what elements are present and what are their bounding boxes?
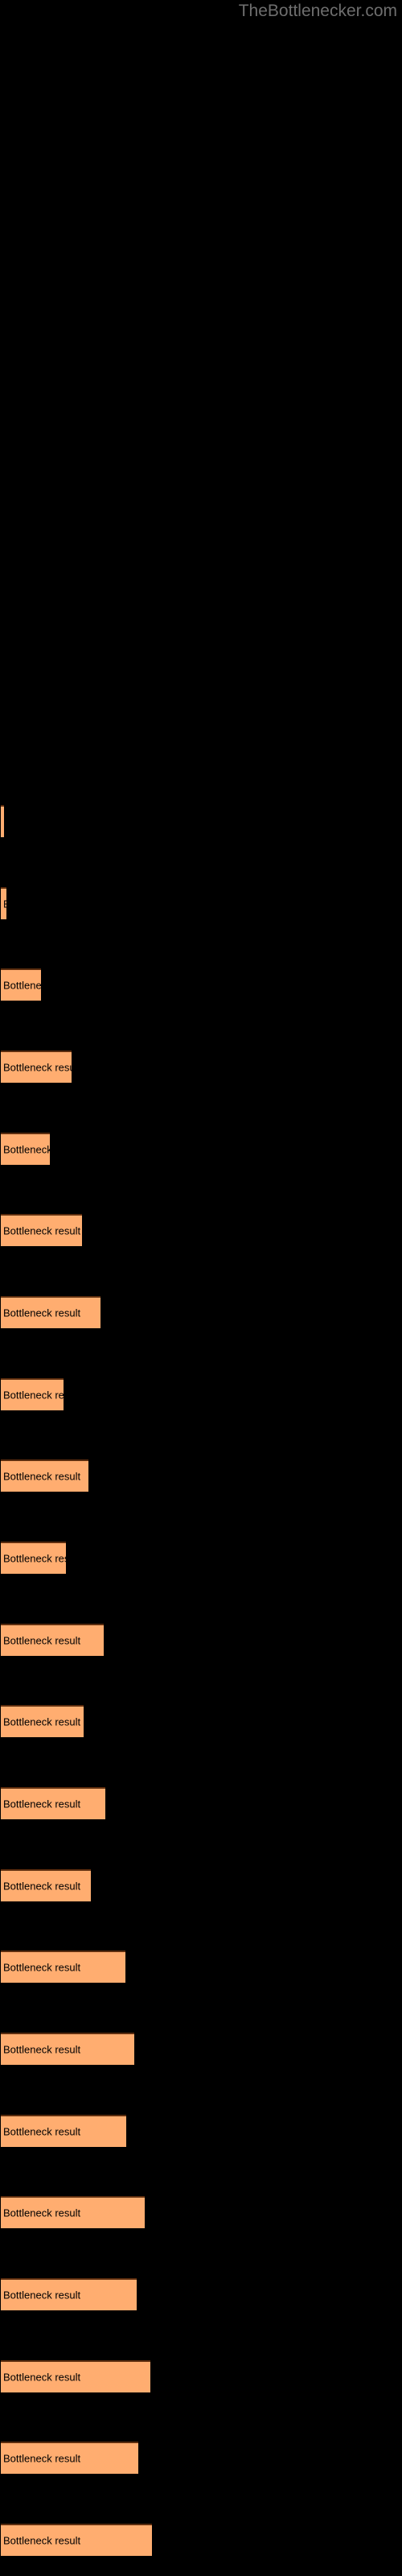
bar-label: Bottleneck result (3, 2125, 81, 2138)
bar-label: Bottleneck result (3, 1961, 81, 1974)
bar-chart-bar: Bottleneck result (1, 2033, 134, 2065)
bar-label: Bottleneck result (3, 2207, 81, 2219)
bar-chart-bar: Bottleneck result (1, 1378, 64, 1410)
bar-chart-bar: Bottleneck result (1, 2115, 126, 2147)
bar-chart-bar: Bottleneck result (1, 968, 41, 1001)
bar-label: Bottleneck result (3, 1307, 81, 1319)
bar-label: Bottleneck result (3, 1061, 72, 1074)
bar-label: Bottleneck result (3, 1880, 81, 1893)
bar-chart-bar: Bottleneck result (1, 1459, 88, 1492)
bar-label: Bottleneck result (3, 2452, 81, 2465)
bar-chart-bar: Bottleneck result (1, 1951, 125, 1983)
bar-label: Bottleneck result (3, 1798, 81, 1810)
bar-chart-bar: Bottleneck result (1, 2360, 150, 2392)
bar-label: Bottleneck result (3, 1470, 81, 1483)
bar-chart-bar: Bottleneck result (1, 1051, 72, 1083)
bar-chart-bar: Bottleneck result (1, 2524, 152, 2556)
bar-chart-plot-area: Bottleneck result Bottleneck result Bottle… (0, 0, 402, 2576)
bar-chart-bar: Bottleneck result (1, 1624, 104, 1656)
bar-chart-bar: Bottleneck result (1, 2278, 137, 2310)
bar-label: Bottleneck result (3, 1634, 81, 1647)
bar-label: Bottleneck result (3, 1143, 50, 1156)
bar-chart-bar: Bottleneck result (1, 1542, 66, 1574)
bar-chart-bar: Bottleneck result (1, 1296, 100, 1328)
bar-label: Bottleneck result (3, 899, 6, 910)
bar-chart-bar: Bottleneck result (1, 1133, 50, 1165)
bar-label: Bottleneck result (3, 817, 4, 828)
bar-chart-bar: Bottleneck result (1, 887, 6, 919)
bar-chart-bar: Bottleneck result (1, 1869, 91, 1901)
bar-chart-bar: Bottleneck result (1, 1787, 105, 1819)
bar-label: Bottleneck result (3, 1389, 64, 1402)
bar-chart-bar: Bottleneck result (1, 1705, 84, 1737)
bar-chart-bar: Bottleneck result (1, 2196, 145, 2228)
bar-label: Bottleneck result (3, 2289, 81, 2301)
bar-label: Bottleneck result (3, 1224, 81, 1237)
bar-chart-bar: Bottleneck result (1, 1214, 82, 1246)
bar-chart-bar: Bottleneck result (1, 805, 4, 837)
bottleneck-chart-page: TheBottlenecker.com Bottleneck resultBot… (0, 0, 402, 2576)
bar-label: Bottleneck result (3, 1552, 66, 1565)
bar-label: Bottleneck result (3, 2534, 81, 2547)
bar-label: Bottleneck result (3, 2371, 81, 2384)
bar-label: Bottleneck result (3, 1715, 81, 1728)
bar-label: Bottleneck result (3, 979, 41, 992)
bar-chart-bar: Bottleneck result (1, 2442, 138, 2474)
bar-label: Bottleneck result (3, 2043, 81, 2056)
